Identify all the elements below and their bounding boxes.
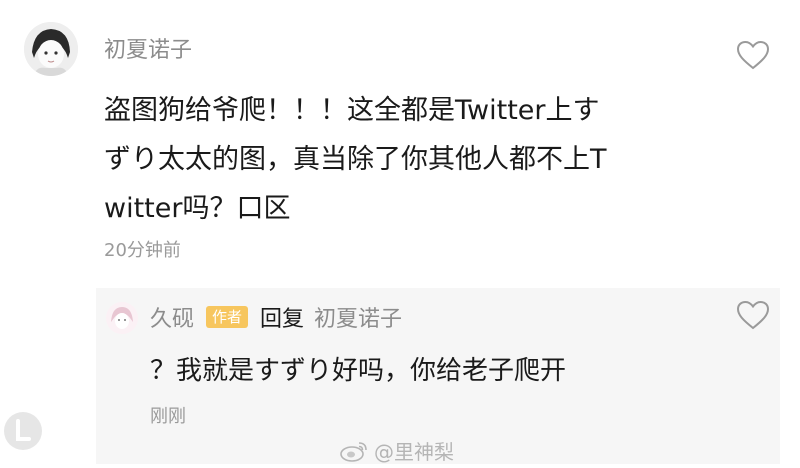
reply-target-username[interactable]: 初夏诺子 [314, 301, 402, 333]
reply-like-button[interactable] [736, 300, 770, 330]
heart-outline-icon [736, 300, 770, 330]
reply-timestamp: 刚刚 [150, 406, 186, 427]
avatar-illustration-icon [106, 302, 138, 334]
comment-text-line: witter吗？口区 [104, 193, 291, 224]
commenter-username[interactable]: 初夏诺子 [104, 32, 192, 64]
avatar-illustration-icon [24, 22, 78, 76]
reply-author-avatar[interactable] [106, 302, 138, 334]
comment-timestamp: 20分钟前 [104, 240, 181, 261]
comment-text-line: ずり太太的图，真当除了你其他人都不上T [104, 144, 607, 175]
heart-outline-icon [736, 40, 770, 70]
comment-like-button[interactable] [736, 40, 770, 70]
commenter-avatar[interactable] [24, 22, 78, 76]
watermark: @里神梨 [340, 436, 454, 465]
reply-text: ？我就是すずり好吗，你给老子爬开 [150, 356, 567, 386]
reply-label: 回复 [260, 307, 305, 332]
watermark-text: @里神梨 [374, 440, 454, 464]
comment-text-line: 盗图狗给爷爬！！！这全都是Twitter上す [104, 95, 600, 126]
author-badge: 作者 [206, 306, 249, 328]
app-logo-icon [4, 412, 42, 450]
reply-header: 久砚 作者 回复 初夏诺子 [150, 301, 402, 333]
reply-author-username[interactable]: 久砚 [150, 301, 194, 333]
weibo-logo-icon [340, 441, 367, 462]
comment-text: 盗图狗给爷爬！！！这全都是Twitter上す ずり太太的图，真当除了你其他人都不… [104, 86, 724, 233]
